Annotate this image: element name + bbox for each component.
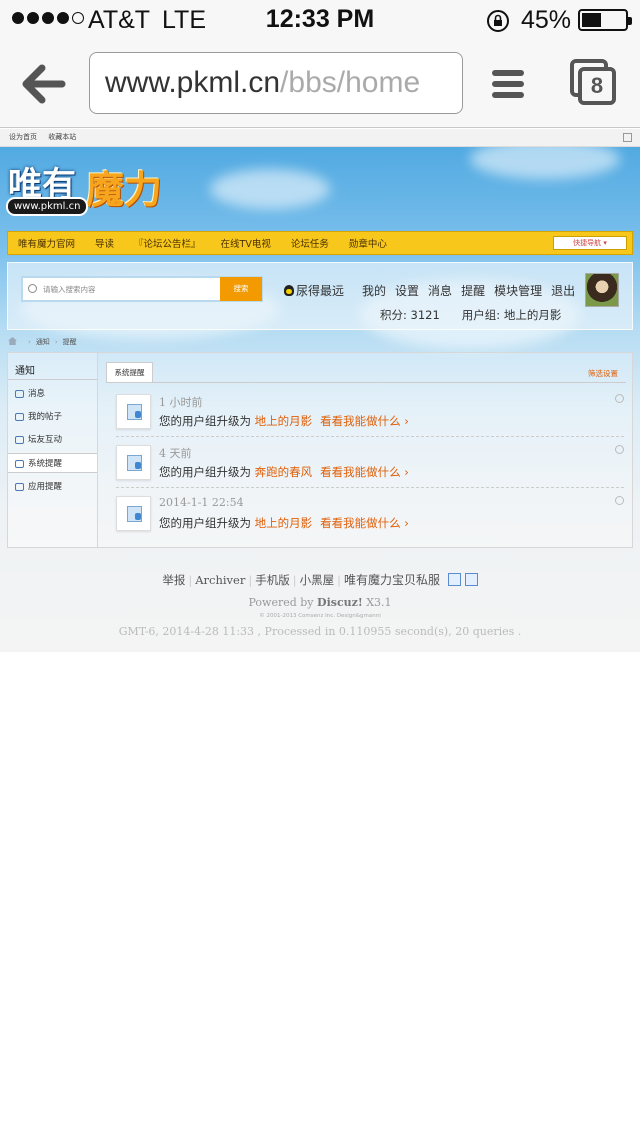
envelope-icon <box>15 390 24 398</box>
notification-time: 1 小时前 <box>159 396 203 409</box>
nav-item-announcements[interactable]: 『论坛公告栏』 <box>124 236 211 250</box>
footer-links: 举报 | Archiver | 手机版 | 小黑屋 | 唯有魔力宝贝私服 <box>0 571 640 588</box>
qq-penguin-icon <box>284 285 294 296</box>
powered-by: Powered by Discuz! X3.1 <box>248 596 392 609</box>
footer-link-mobile[interactable]: 手机版 <box>255 573 290 587</box>
forum-page: 设为首页 收藏本站 唯有 魔力 www.pkml.cn 唯有魔力官网 导读 『论… <box>0 129 640 652</box>
url-host: www.pkml.cn <box>105 66 281 99</box>
notice-icon <box>116 394 151 429</box>
home-icon[interactable] <box>8 337 17 345</box>
sidebar-item-interactions[interactable]: 坛友互动 <box>8 430 97 450</box>
user-menu-messages[interactable]: 消息 <box>428 284 452 298</box>
what-can-i-do-link[interactable]: 看看我能做什么 › <box>320 465 409 479</box>
back-arrow-icon[interactable] <box>22 64 66 104</box>
discuz-link[interactable]: Discuz! <box>317 596 363 609</box>
site-logo[interactable]: 唯有 魔力 www.pkml.cn <box>6 157 166 225</box>
sidebar-item-system-reminders[interactable]: 系统提醒 <box>8 453 97 473</box>
user-menu: 尿得最远 我的 设置 消息 提醒 模块管理 退出 <box>284 282 584 299</box>
footer: 举报 | Archiver | 手机版 | 小黑屋 | 唯有魔力宝贝私服 Powered by … <box>0 571 640 638</box>
verified-badge-icon[interactable] <box>464 573 478 586</box>
delete-icon[interactable] <box>615 445 624 454</box>
breadcrumb: › 通知 › 提醒 <box>8 337 77 347</box>
avatar[interactable] <box>585 273 619 307</box>
copyright: © 2001-2013 Comsenz Inc. Design&gmanni <box>259 613 381 619</box>
user-menu-my[interactable]: 我的 <box>362 284 386 298</box>
notification-time: 2014-1-1 22:54 <box>159 496 244 509</box>
expand-icon[interactable] <box>623 133 632 142</box>
group-link[interactable]: 地上的月影 <box>255 516 313 530</box>
user-menu-settings[interactable]: 设置 <box>395 284 419 298</box>
sidebar: 通知 消息 我的帖子 坛友互动 系统提醒 应用提醒 <box>7 352 98 548</box>
username-link[interactable]: 尿得最远 <box>284 284 353 298</box>
nav-item-medals[interactable]: 勋章中心 <box>339 236 397 250</box>
what-can-i-do-link[interactable]: 看看我能做什么 › <box>320 516 409 530</box>
footer-site-name[interactable]: 唯有魔力宝贝私服 <box>344 573 440 587</box>
what-can-i-do-link[interactable]: 看看我能做什么 › <box>320 414 409 428</box>
user-stats: 积分: 3121 用户组: 地上的月影 <box>380 307 583 323</box>
user-menu-logout[interactable]: 退出 <box>551 284 575 298</box>
notice-icon <box>116 445 151 480</box>
footer-link-report[interactable]: 举报 <box>162 573 185 587</box>
notification-text: 您的用户组升级为 地上的月影 看看我能做什么 › <box>159 414 409 428</box>
nav-item-official[interactable]: 唯有魔力官网 <box>8 236 85 250</box>
sidebar-title: 通知 <box>15 366 35 377</box>
group-link[interactable]: 地上的月影 <box>255 414 313 428</box>
rotation-lock-icon <box>487 10 509 32</box>
tabs-button[interactable]: 8 <box>570 59 618 107</box>
security-badge-icon[interactable] <box>447 573 461 586</box>
notification-item: 1 小时前 您的用户组升级为 地上的月影 看看我能做什么 › <box>116 388 624 437</box>
notification-time: 4 天前 <box>159 447 192 460</box>
quick-nav-button[interactable]: 快捷导航 ▾ <box>553 236 627 250</box>
nav-item-tasks[interactable]: 论坛任务 <box>281 236 339 250</box>
nav-item-tv[interactable]: 在线TV电视 <box>211 236 281 250</box>
status-bar: AT&T LTE 12:33 PM 45% <box>0 0 640 40</box>
user-menu-module-admin[interactable]: 模块管理 <box>494 284 542 298</box>
notification-item: 2014-1-1 22:54 您的用户组升级为 地上的月影 看看我能做什么 › <box>116 490 624 534</box>
breadcrumb-reminders[interactable]: 提醒 <box>63 338 77 346</box>
top-links-bar: 设为首页 收藏本站 <box>0 129 640 147</box>
url-path: /bbs/home <box>280 66 421 99</box>
search-icon <box>28 284 37 293</box>
people-icon <box>15 436 24 444</box>
sidebar-item-app-reminders[interactable]: 应用提醒 <box>8 477 97 497</box>
search-button[interactable]: 搜索 <box>220 277 262 301</box>
set-homepage-link[interactable]: 设为首页 <box>9 133 37 141</box>
browser-toolbar: www.pkml.cn/bbs/home 8 <box>0 40 640 128</box>
notification-text: 您的用户组升级为 地上的月影 看看我能做什么 › <box>159 516 409 530</box>
search-box: 请输入搜索内容 搜索 <box>21 276 263 302</box>
grid-icon <box>15 483 24 491</box>
document-icon <box>15 413 24 421</box>
footer-link-archiver[interactable]: Archiver <box>195 573 245 587</box>
battery-percent: 45% <box>521 6 572 34</box>
user-panel: 请输入搜索内容 搜索 尿得最远 我的 设置 消息 提醒 模块管理 退出 积分: 3121 用户… <box>7 262 633 330</box>
sidebar-item-my-posts[interactable]: 我的帖子 <box>8 407 97 427</box>
notification-item: 4 天前 您的用户组升级为 奔跑的春风 看看我能做什么 › <box>116 439 624 488</box>
battery-icon <box>578 9 632 31</box>
tab-count: 8 <box>578 67 616 105</box>
user-points[interactable]: 积分: 3121 <box>380 308 440 322</box>
logo-text-right: 魔力 <box>86 168 163 212</box>
sidebar-item-messages[interactable]: 消息 <box>8 384 97 404</box>
search-input[interactable]: 请输入搜索内容 <box>43 284 96 295</box>
nav-item-guide[interactable]: 导读 <box>85 236 124 250</box>
notification-text: 您的用户组升级为 奔跑的春风 看看我能做什么 › <box>159 465 409 479</box>
filter-settings-link[interactable]: 筛选设置 <box>588 368 618 379</box>
user-group[interactable]: 用户组: 地上的月影 <box>462 308 562 322</box>
menu-icon[interactable] <box>492 70 524 98</box>
address-bar[interactable]: www.pkml.cn/bbs/home <box>89 52 463 114</box>
breadcrumb-notices[interactable]: 通知 <box>36 338 50 346</box>
user-menu-reminders[interactable]: 提醒 <box>461 284 485 298</box>
main-nav: 唯有魔力官网 导读 『论坛公告栏』 在线TV电视 论坛任务 勋章中心 快捷导航 … <box>7 231 633 255</box>
logo-url: www.pkml.cn <box>6 197 89 216</box>
notice-icon <box>116 496 151 531</box>
notification-panel: 系统提醒 筛选设置 1 小时前 您的用户组升级为 地上的月影 看看我能做什么 › … <box>98 352 633 548</box>
tab-system-reminders[interactable]: 系统提醒 <box>106 362 153 383</box>
gear-icon <box>15 460 24 468</box>
bookmark-site-link[interactable]: 收藏本站 <box>48 133 76 141</box>
group-link[interactable]: 奔跑的春风 <box>255 465 313 479</box>
processing-info: GMT-6, 2014-4-28 11:33 , Processed in 0.… <box>118 625 522 638</box>
footer-link-blackroom[interactable]: 小黑屋 <box>300 573 335 587</box>
delete-icon[interactable] <box>615 394 624 403</box>
delete-icon[interactable] <box>615 496 624 505</box>
